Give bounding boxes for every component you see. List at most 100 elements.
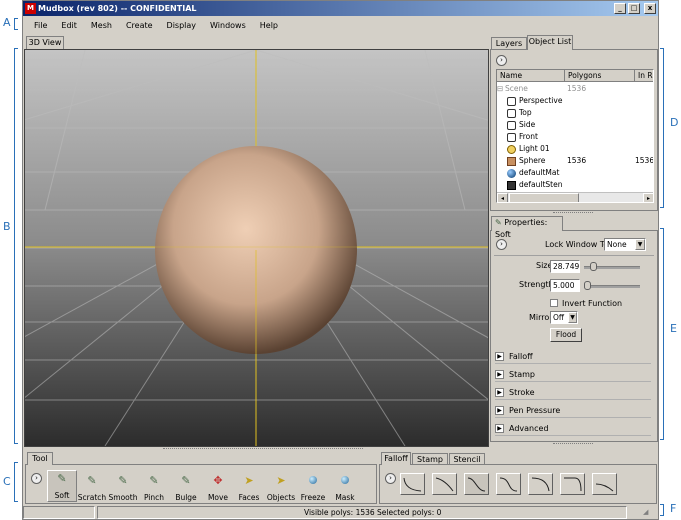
chevron-down-icon[interactable]: ▼ (568, 312, 577, 323)
resize-grip-icon[interactable]: ◢ (643, 507, 655, 518)
expand-icon[interactable]: ⊟ (497, 83, 503, 95)
brush-icon: ✎ (495, 218, 502, 227)
list-item-defaultsten[interactable]: defaultSten (507, 179, 653, 191)
callout-e-bracket (660, 228, 664, 440)
panel-splitter[interactable] (553, 212, 593, 215)
status-text: Visible polys: 1536 Selected polys: 0 (304, 508, 442, 517)
list-item-defaultmat[interactable]: defaultMat (507, 167, 653, 179)
tool-soft[interactable]: ✎ Soft (47, 470, 77, 502)
tool-tray-options-icon[interactable]: › (31, 473, 42, 484)
close-button[interactable]: x (644, 3, 656, 14)
lock-window-select[interactable]: None ▼ (604, 238, 646, 251)
falloff-curve-icon (564, 477, 582, 492)
invert-label: Invert Function (562, 299, 623, 308)
list-item-light[interactable]: Light 01 (507, 143, 653, 155)
window-title: Mudbox (rev 802) -- CONFIDENTIAL (38, 4, 197, 13)
flood-button[interactable]: Flood (550, 328, 582, 342)
size-slider-handle[interactable] (590, 262, 597, 271)
menu-windows[interactable]: Windows (203, 21, 253, 30)
mirror-select[interactable]: Off ▼ (550, 311, 578, 324)
top-divider (494, 255, 654, 256)
menu-create[interactable]: Create (119, 21, 160, 30)
expand-arrow-icon: ▶ (495, 388, 504, 397)
column-header-inr[interactable]: In R (635, 70, 653, 82)
column-header-name[interactable]: Name (497, 70, 565, 82)
column-header-polygons[interactable]: Polygons (565, 70, 635, 82)
list-item-scene[interactable]: ⊟ Scene 1536 (497, 83, 653, 95)
falloff-curve-icon (595, 483, 614, 492)
viewport-resize-handle[interactable] (163, 448, 363, 451)
smooth-brush-icon: ✎ (118, 474, 128, 487)
section-advanced[interactable]: ▶ Advanced (495, 421, 651, 436)
falloff-preset-3[interactable] (464, 473, 489, 495)
tab-object-list[interactable]: Object List (527, 35, 573, 50)
section-stamp[interactable]: ▶ Stamp (495, 367, 651, 382)
size-field[interactable]: 28.749 (550, 260, 580, 273)
camera-icon (507, 96, 516, 106)
expand-arrow-icon: ▶ (495, 352, 504, 361)
panel-options-icon[interactable]: › (496, 55, 507, 66)
section-stroke[interactable]: ▶ Stroke (495, 385, 651, 400)
app-window: M Mudbox (rev 802) -- CONFIDENTIAL _ □ x… (22, 0, 659, 520)
strength-slider[interactable] (584, 285, 640, 288)
list-item-sphere[interactable]: Sphere 1536 1536 (507, 155, 653, 167)
tool-mask[interactable]: Mask (330, 473, 360, 502)
properties-resize-handle[interactable] (553, 443, 593, 446)
tool-smooth[interactable]: ✎ Smooth (108, 473, 138, 502)
status-bar: Visible polys: 1536 Selected polys: 0 ◢ (23, 506, 658, 519)
invert-checkbox[interactable] (550, 299, 558, 307)
section-pen-pressure[interactable]: ▶ Pen Pressure (495, 403, 651, 418)
expand-arrow-icon: ▶ (495, 370, 504, 379)
falloff-preset-4[interactable] (496, 473, 521, 495)
list-item-side[interactable]: Side (507, 119, 653, 131)
maximize-button[interactable]: □ (628, 3, 640, 14)
menu-edit[interactable]: Edit (54, 21, 84, 30)
tool-freeze[interactable]: Freeze (298, 473, 328, 502)
soft-brush-icon: ✎ (57, 472, 67, 485)
stencil-icon (507, 180, 516, 190)
menu-help[interactable]: Help (253, 21, 285, 30)
tool-objects[interactable]: ➤ Objects (266, 473, 296, 502)
falloff-preset-6[interactable] (560, 473, 585, 495)
callout-d-bracket (660, 48, 664, 208)
title-bar[interactable]: M Mudbox (rev 802) -- CONFIDENTIAL _ □ x (23, 1, 658, 16)
scroll-right-icon[interactable]: ▸ (643, 193, 653, 202)
scroll-thumb[interactable] (509, 193, 579, 202)
menu-file[interactable]: File (27, 21, 54, 30)
tool-pinch[interactable]: ✎ Pinch (139, 473, 169, 502)
falloff-preset-2[interactable] (432, 473, 457, 495)
strength-field[interactable]: 5.000 (550, 279, 580, 292)
scroll-left-icon[interactable]: ◂ (497, 193, 508, 202)
list-item-top[interactable]: Top (507, 107, 653, 119)
strength-slider-handle[interactable] (584, 281, 591, 290)
tab-tool[interactable]: Tool (27, 452, 53, 465)
bulge-brush-icon: ✎ (181, 474, 191, 487)
tab-3d-view[interactable]: 3D View (26, 36, 64, 49)
section-falloff[interactable]: ▶ Falloff (495, 349, 651, 364)
menu-mesh[interactable]: Mesh (84, 21, 119, 30)
falloff-preset-1[interactable] (400, 473, 425, 495)
material-icon (507, 168, 516, 178)
viewport-3d[interactable] (24, 49, 489, 447)
tool-move[interactable]: ✥ Move (203, 473, 233, 502)
falloff-preset-7[interactable] (592, 473, 617, 495)
tool-faces[interactable]: ➤ Faces (234, 473, 264, 502)
tool-scratch[interactable]: ✎ Scratch (77, 473, 107, 502)
object-list-table: Name Polygons In R ⊟ Scene 1536 Perspect… (496, 69, 654, 203)
falloff-tray: › (379, 464, 657, 504)
chevron-down-icon[interactable]: ▼ (635, 239, 645, 250)
falloff-options-icon[interactable]: › (385, 473, 396, 484)
menu-display[interactable]: Display (160, 21, 204, 30)
camera-icon (507, 132, 516, 142)
strength-label: Strength (519, 280, 554, 289)
minimize-button[interactable]: _ (614, 3, 626, 14)
falloff-preset-5[interactable] (528, 473, 553, 495)
list-item-perspective[interactable]: Perspective (507, 95, 653, 107)
light-icon (507, 144, 516, 154)
tool-bulge[interactable]: ✎ Bulge (171, 473, 201, 502)
tab-properties[interactable]: ✎ Properties: Soft (491, 216, 563, 239)
horizontal-scrollbar[interactable]: ◂ ▸ (497, 192, 653, 202)
move-tool-icon: ✥ (213, 474, 223, 487)
list-item-front[interactable]: Front (507, 131, 653, 143)
tab-falloff[interactable]: Falloff (381, 452, 411, 465)
